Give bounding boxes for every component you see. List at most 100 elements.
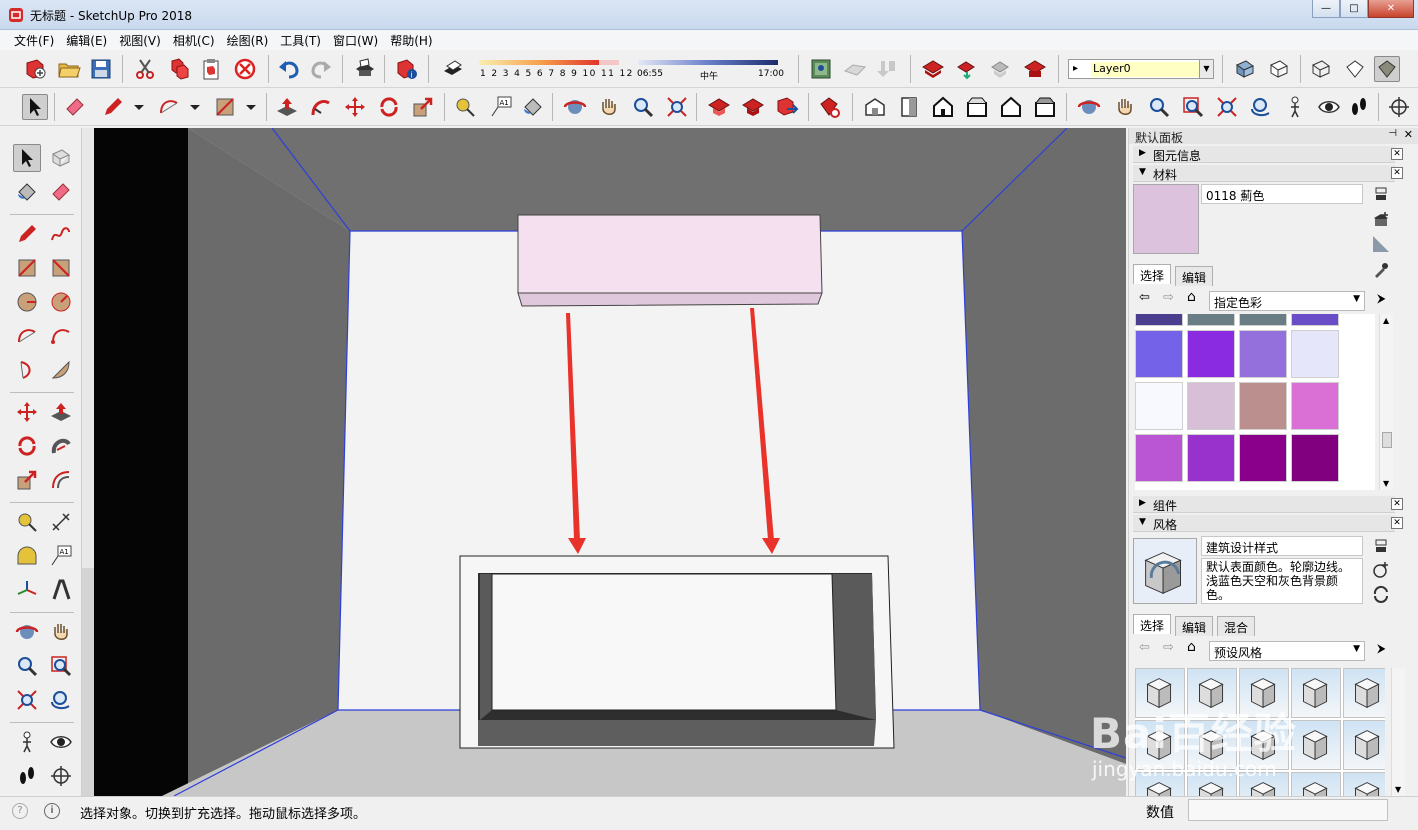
offset-icon[interactable] (47, 466, 75, 494)
menu-camera[interactable]: 相机(C) (167, 32, 221, 49)
previous-view-icon[interactable] (1248, 94, 1274, 120)
menu-file[interactable]: 文件(F) (8, 32, 60, 49)
text-tool-icon[interactable]: A1 (488, 94, 514, 120)
pencil-icon[interactable] (100, 94, 126, 120)
walk-footprints-icon[interactable] (1346, 94, 1372, 120)
zoom-window-icon[interactable] (47, 652, 75, 680)
xray-icon[interactable] (1232, 56, 1258, 82)
position-camera-icon[interactable] (1282, 94, 1308, 120)
look-around-eye-icon[interactable] (1316, 94, 1342, 120)
shadow-time-slider[interactable]: 06:55 中午 17:00 (636, 56, 786, 82)
push-pull-icon[interactable] (274, 94, 300, 120)
extension-warehouse-icon[interactable] (1022, 56, 1048, 82)
select-tool-icon[interactable] (13, 144, 41, 172)
back-edges-icon[interactable] (1266, 56, 1292, 82)
section-plane-icon[interactable] (47, 762, 75, 790)
warehouse-share-icon[interactable] (740, 94, 766, 120)
back-view-icon[interactable] (998, 94, 1024, 120)
copy-icon[interactable] (166, 56, 192, 82)
details-arrow-icon[interactable]: ⮞ (1377, 641, 1386, 656)
paint-bucket-icon[interactable] (520, 94, 546, 120)
3d-text-icon[interactable] (47, 576, 75, 604)
tape-measure-icon[interactable] (452, 94, 478, 120)
menu-draw[interactable]: 绘图(R) (221, 32, 275, 49)
pan-hand-icon[interactable] (1112, 94, 1138, 120)
chevron-down-icon[interactable] (182, 94, 208, 120)
wireframe-icon[interactable] (1308, 56, 1334, 82)
material-swatch[interactable] (1187, 434, 1235, 482)
scroll-thumb[interactable] (1382, 432, 1392, 448)
info-icon[interactable]: i (44, 803, 60, 819)
menu-tools[interactable]: 工具(T) (274, 32, 327, 49)
materials-header[interactable]: ▼ 材料 ✕ (1133, 165, 1403, 182)
material-swatch[interactable] (1135, 382, 1183, 430)
paste-icon[interactable] (198, 56, 224, 82)
back-arrow-icon[interactable]: ⇦ (1139, 290, 1150, 305)
material-swatch[interactable] (1291, 330, 1339, 378)
text-tool-icon[interactable]: A1 (47, 542, 75, 570)
zoom-extents-icon[interactable] (1214, 94, 1240, 120)
close-icon[interactable]: ✕ (1404, 128, 1413, 141)
material-swatch[interactable] (1135, 314, 1183, 326)
forward-arrow-icon[interactable]: ⇨ (1163, 290, 1174, 305)
zoom-window-icon[interactable] (1180, 94, 1206, 120)
shadow-date-slider[interactable]: 1 2 3 4 5 6 7 8 9 10 11 12 (476, 56, 632, 82)
zoom-extents-icon[interactable] (664, 94, 690, 120)
iso-view-icon[interactable] (862, 94, 888, 120)
material-name-field[interactable]: 0118 薊色 (1201, 184, 1363, 204)
arc-icon[interactable] (156, 94, 182, 120)
material-tab-select[interactable]: 选择 (1133, 264, 1172, 284)
style-tab-edit[interactable]: 编辑 (1175, 616, 1214, 636)
material-scrollbar[interactable]: ▲ ▼ (1379, 314, 1393, 490)
paint-bucket-icon[interactable] (13, 178, 41, 206)
menu-view[interactable]: 视图(V) (113, 32, 167, 49)
zoom-icon[interactable] (1146, 94, 1172, 120)
style-thumbnail[interactable] (1343, 668, 1385, 718)
rotate-icon[interactable] (376, 94, 402, 120)
rotated-rectangle-icon[interactable] (47, 254, 75, 282)
material-swatch[interactable] (1187, 330, 1235, 378)
extension-manager-icon[interactable] (816, 94, 842, 120)
3d-warehouse-icon[interactable] (920, 56, 946, 82)
style-thumbnail[interactable] (1291, 668, 1341, 718)
style-collection-dropdown[interactable]: 预设风格 ▼ (1209, 641, 1365, 661)
style-name-field[interactable]: 建筑设计样式 (1201, 536, 1363, 556)
menu-edit[interactable]: 编辑(E) (60, 32, 113, 49)
move-icon[interactable] (342, 94, 368, 120)
scale-icon[interactable] (13, 466, 41, 494)
close-icon[interactable]: ✕ (1391, 167, 1403, 179)
style-thumbnail[interactable] (1343, 772, 1385, 796)
close-button[interactable]: ✕ (1368, 0, 1414, 18)
display-secondary-pane-icon[interactable] (1373, 538, 1389, 554)
terrain-icon[interactable] (842, 56, 868, 82)
zoom-icon[interactable] (630, 94, 656, 120)
style-description-field[interactable]: 默认表面颜色。轮廓边线。浅蓝色天空和灰色背景颜色。 (1201, 558, 1363, 604)
push-pull-icon[interactable] (47, 398, 75, 426)
cut-icon[interactable] (132, 56, 158, 82)
measurements-input[interactable] (1188, 799, 1388, 821)
shaded-icon[interactable] (1374, 56, 1400, 82)
entity-info-header[interactable]: ▶ 图元信息 ✕ (1133, 146, 1403, 163)
components-header[interactable]: ▶ 组件 ✕ (1133, 496, 1403, 513)
create-material-icon[interactable] (1371, 210, 1391, 230)
style-tab-select[interactable]: 选择 (1133, 614, 1172, 634)
zoom-icon[interactable] (13, 652, 41, 680)
orbit-icon[interactable] (562, 94, 588, 120)
circle-icon[interactable] (13, 288, 41, 316)
save-icon[interactable] (88, 56, 114, 82)
close-icon[interactable]: ✕ (1391, 498, 1403, 510)
left-view-icon[interactable] (1032, 94, 1058, 120)
chevron-down-icon[interactable]: ▼ (1199, 60, 1213, 78)
rotate-icon[interactable] (13, 432, 41, 460)
top-view-icon[interactable] (896, 94, 922, 120)
3-point-arc-icon[interactable] (13, 356, 41, 384)
layer-dropdown[interactable]: ▸ Layer0 ▼ (1068, 59, 1214, 79)
open-folder-icon[interactable] (56, 56, 82, 82)
material-swatch[interactable] (1187, 314, 1235, 326)
material-swatch[interactable] (1187, 382, 1235, 430)
material-tab-edit[interactable]: 编辑 (1175, 266, 1214, 286)
warehouse-get-models-icon[interactable] (706, 94, 732, 120)
geo-location-icon[interactable]: ? (12, 803, 28, 819)
material-swatch[interactable] (1291, 382, 1339, 430)
line-tool-icon[interactable] (13, 220, 41, 248)
